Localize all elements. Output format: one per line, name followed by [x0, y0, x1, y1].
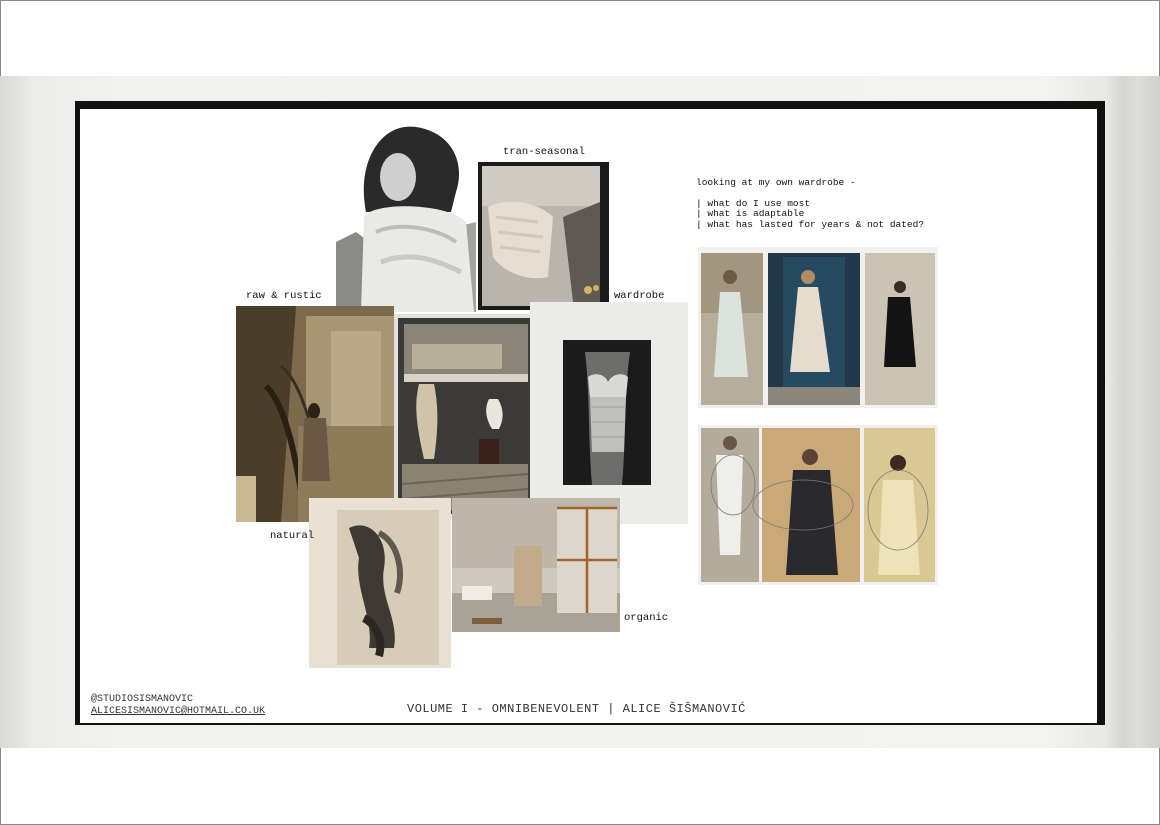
- photo-staircase: [236, 306, 394, 522]
- email-link[interactable]: ALICESISMANOVIC@HOTMAIL.CO.UK: [91, 706, 265, 718]
- instagram-handle: @STUDIOSISMANOVIC: [91, 694, 194, 705]
- label-tran-seasonal: tran-seasonal: [503, 146, 585, 158]
- photo-etching: [309, 498, 451, 668]
- wardrobe-note: looking at my own wardrobe - | what do I…: [696, 177, 925, 230]
- label-raw-rustic: raw & rustic: [246, 290, 322, 302]
- label-natural: natural: [270, 530, 315, 542]
- note-line: | what has lasted for years & not dated?: [696, 218, 925, 230]
- photo-art-studio: [452, 498, 620, 632]
- label-organic: organic: [624, 612, 669, 624]
- photo-shearling-portrait: [336, 122, 476, 312]
- photo-street-style-row-2: [698, 425, 938, 585]
- photo-bustier: [530, 302, 688, 524]
- photo-linen-scarf: [478, 162, 609, 310]
- footer-title: VOLUME I - OMNIBENEVOLENT | ALICE ŠIŠMAN…: [407, 702, 746, 716]
- footer-contact: @STUDIOSISMANOVIC ALICESISMANOVIC@HOTMAI…: [91, 694, 265, 718]
- label-wardrobe: wardrobe: [614, 290, 665, 302]
- note-line: | what is adaptable: [696, 208, 805, 219]
- photo-street-style-row-1: [698, 247, 938, 408]
- paper-stain: [1108, 76, 1138, 748]
- note-heading: looking at my own wardrobe -: [696, 177, 856, 188]
- photo-sculpture-studio: [394, 314, 536, 518]
